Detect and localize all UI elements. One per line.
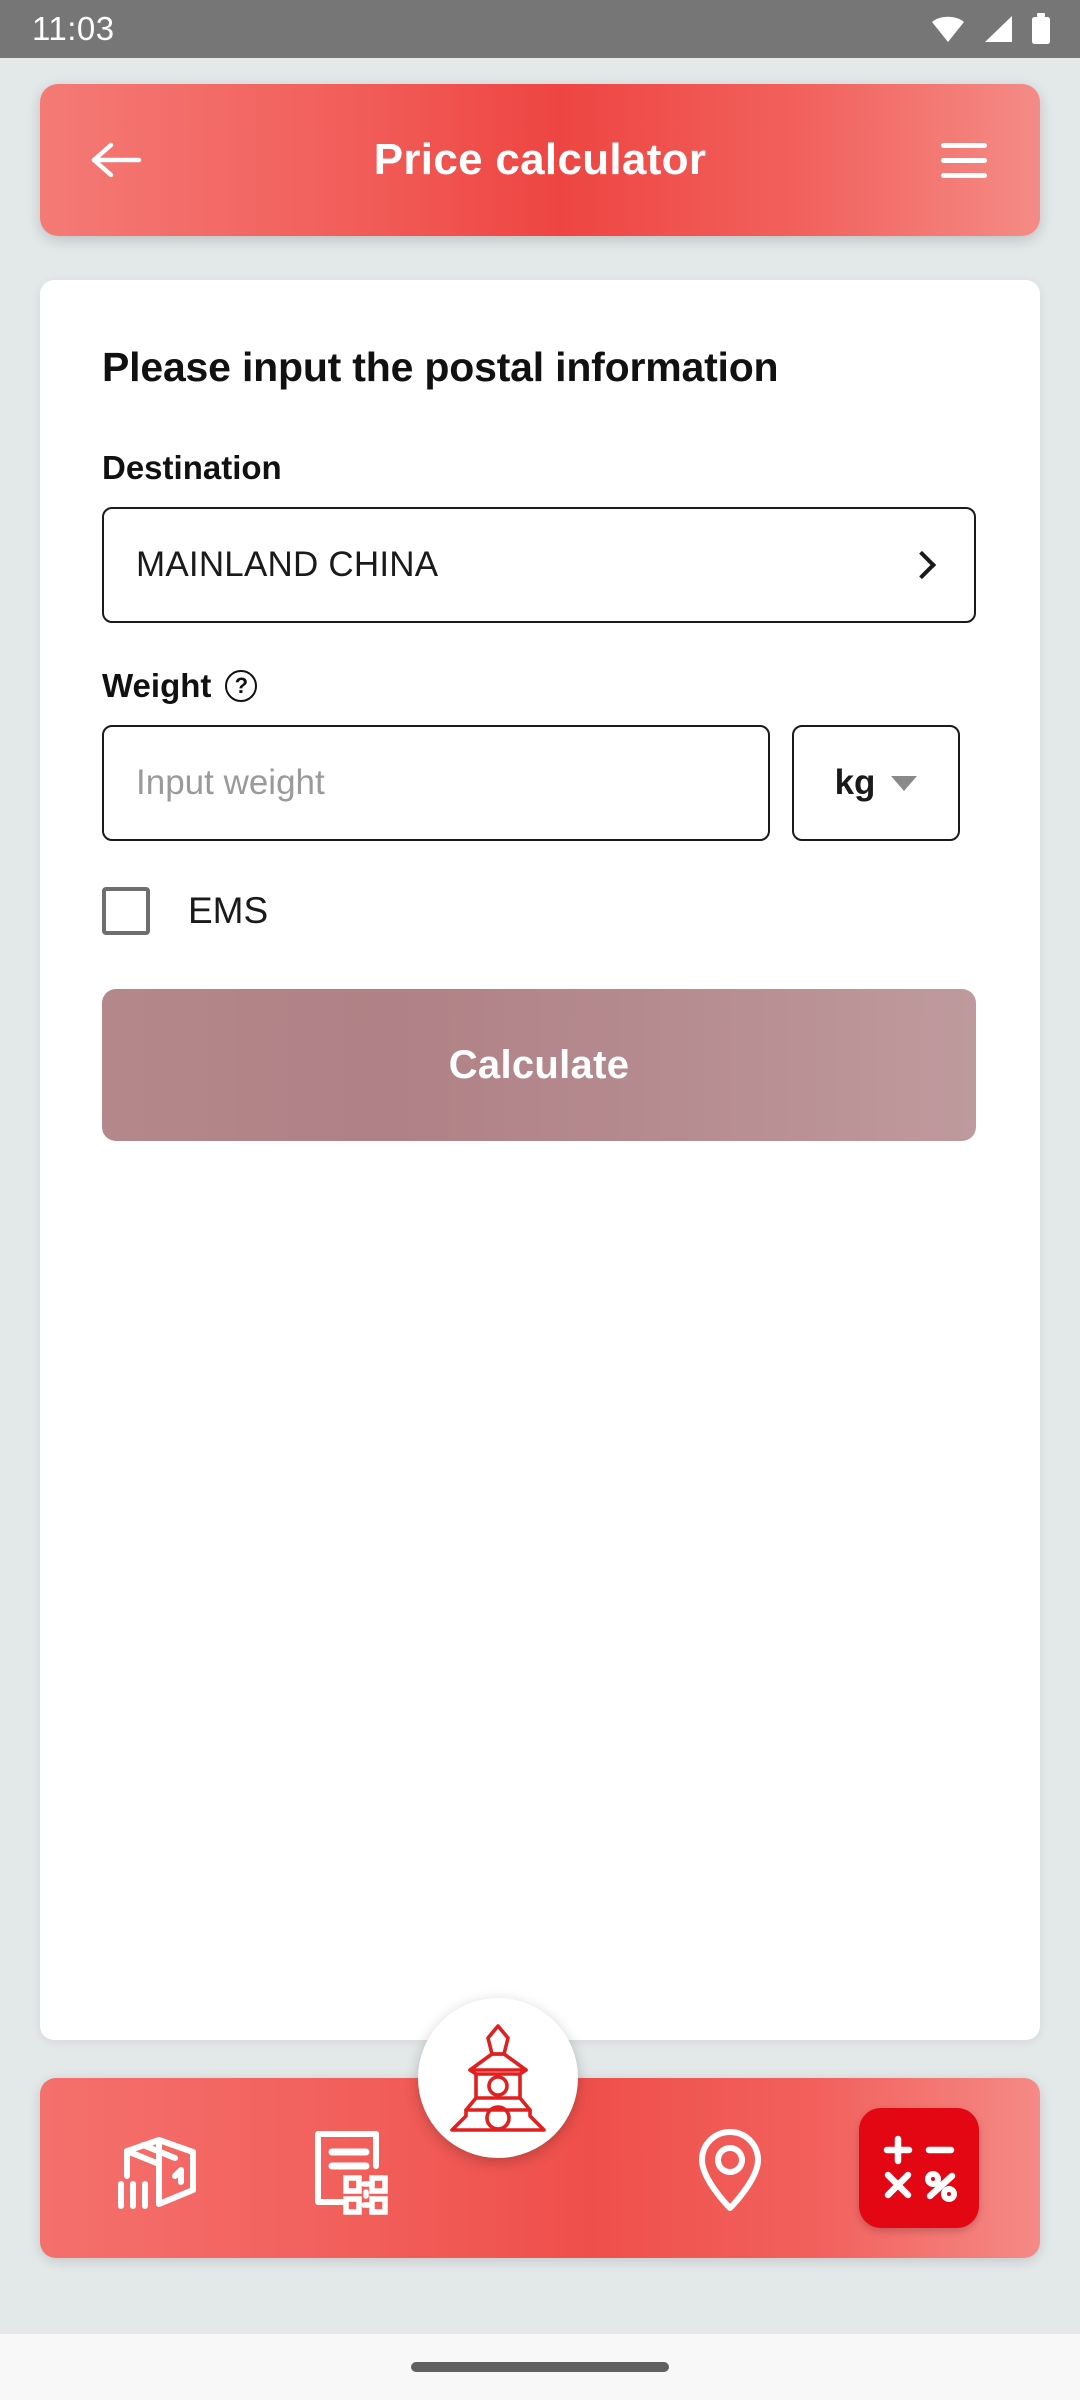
hamburger-menu-button[interactable]	[932, 128, 996, 192]
pagoda-tower-logo-icon	[450, 2024, 546, 2132]
tab-locations[interactable]	[655, 2093, 805, 2243]
caret-down-icon	[891, 775, 918, 791]
wifi-icon	[932, 16, 964, 42]
hamburger-menu-icon-bar2	[941, 157, 987, 163]
question-mark-icon[interactable]: ?	[225, 670, 258, 702]
cellular-signal-icon	[985, 16, 1012, 42]
form-heading: Please input the postal information	[102, 344, 779, 390]
weight-input-row: kg	[102, 725, 978, 841]
status-clock: 11:03	[32, 10, 115, 47]
page-title: Price calculator	[373, 135, 707, 184]
destination-selector[interactable]: MAINLAND CHINA	[102, 507, 976, 623]
ems-option-row[interactable]: EMS	[102, 887, 978, 935]
map-pin-icon	[698, 2129, 761, 2211]
tab-calculator-active-chip	[859, 2108, 980, 2228]
status-bar: 11:03	[0, 0, 1080, 58]
ems-checkbox[interactable]	[102, 887, 150, 935]
destination-label-row: Destination	[102, 449, 978, 487]
calculate-button[interactable]: Calculate	[102, 989, 976, 1141]
weight-label: Weight	[102, 667, 212, 704]
phone-screen: 11:03 Price calculator Please input the …	[0, 0, 1080, 2400]
calculator-icon	[883, 2135, 958, 2202]
tab-home-logo[interactable]	[418, 1998, 578, 2158]
hamburger-menu-icon-bar3	[941, 172, 987, 178]
weight-unit-value: kg	[834, 763, 876, 802]
back-button[interactable]	[84, 128, 148, 192]
parcel-box-icon	[117, 2137, 196, 2209]
form-card: Please input the postal information Dest…	[40, 280, 1040, 2040]
tab-documents[interactable]	[275, 2093, 425, 2243]
app-header-bar: Price calculator	[40, 84, 1040, 236]
arrow-left-icon	[91, 142, 142, 178]
ems-label: EMS	[188, 890, 269, 931]
status-icon-group	[930, 13, 1052, 45]
destination-label: Destination	[102, 449, 282, 486]
weight-input[interactable]	[102, 725, 770, 841]
home-gesture-pill[interactable]	[411, 2362, 669, 2372]
tab-track-parcel[interactable]	[86, 2093, 236, 2243]
chevron-right-icon	[907, 550, 937, 580]
weight-unit-dropdown[interactable]: kg	[792, 725, 960, 841]
weight-label-row: Weight ?	[102, 667, 978, 705]
system-navigation-bar	[0, 2334, 1080, 2400]
document-qrcode-icon	[315, 2131, 389, 2215]
destination-value: MAINLAND CHINA	[136, 545, 439, 584]
tab-calculator[interactable]	[844, 2093, 994, 2243]
battery-icon	[1032, 13, 1050, 44]
hamburger-menu-icon	[941, 142, 987, 148]
